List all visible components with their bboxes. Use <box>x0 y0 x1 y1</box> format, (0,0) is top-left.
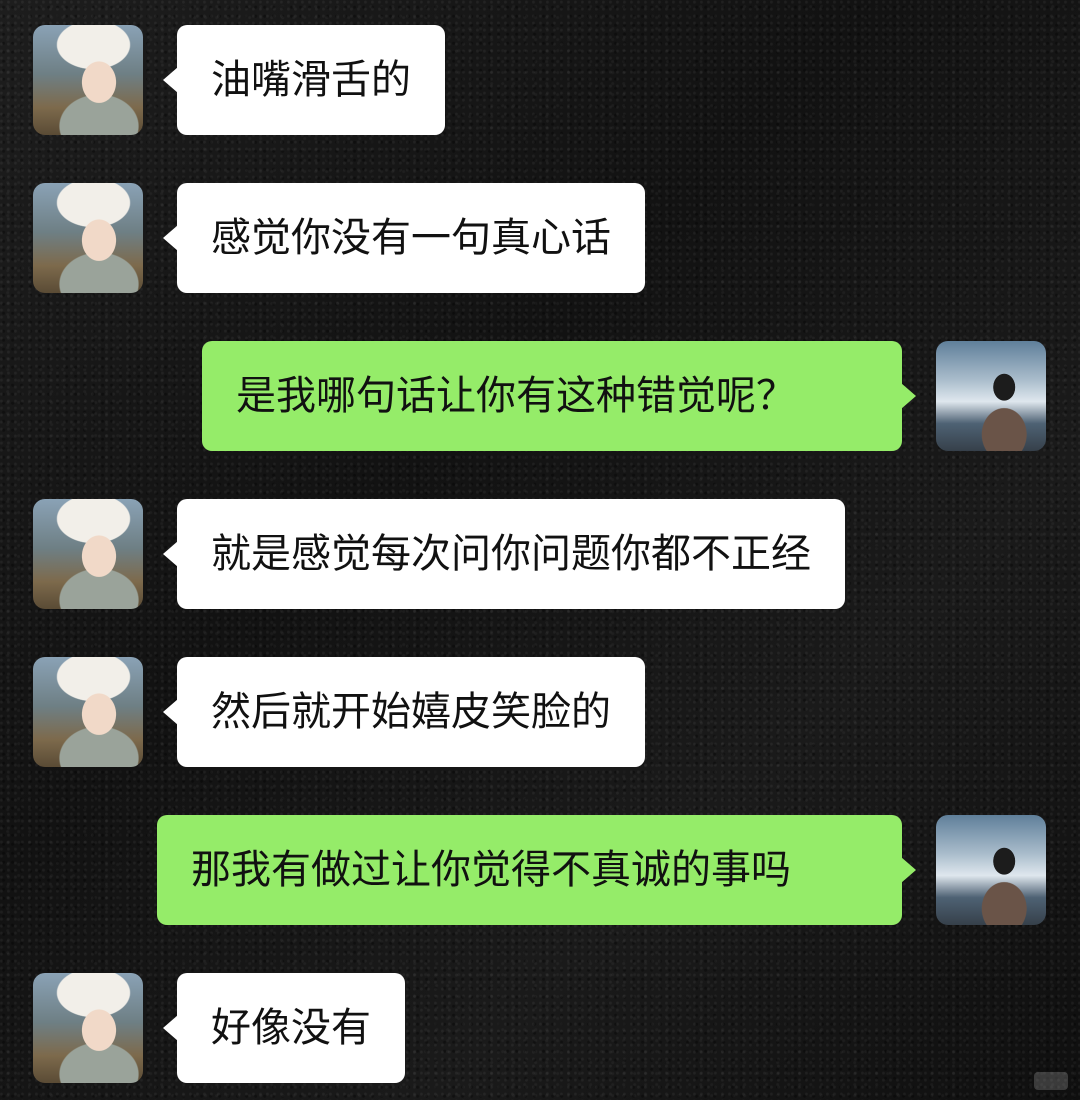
message-row-incoming: 就是感觉每次问你问题你都不正经 <box>0 499 1080 609</box>
incoming-message-bubble[interactable]: 好像没有 <box>163 973 405 1083</box>
incoming-message-bubble[interactable]: 就是感觉每次问你问题你都不正经 <box>163 499 845 609</box>
message-row-outgoing: 那我有做过让你觉得不真诚的事吗 <box>0 815 1080 925</box>
watermark-logo <box>1034 1072 1068 1090</box>
user-avatar[interactable] <box>936 341 1046 451</box>
message-row-incoming: 然后就开始嬉皮笑脸的 <box>0 657 1080 767</box>
message-row-incoming: 感觉你没有一句真心话 <box>0 183 1080 293</box>
user-avatar[interactable] <box>936 815 1046 925</box>
outgoing-message-bubble[interactable]: 是我哪句话让你有这种错觉呢？ <box>202 341 916 451</box>
message-row-outgoing: 是我哪句话让你有这种错觉呢？ <box>0 341 1080 451</box>
chat-log: 油嘴滑舌的 感觉你没有一句真心话 是我哪句话让你有这种错觉呢？ 就是感觉每次问你… <box>0 0 1080 1100</box>
outgoing-message-bubble[interactable]: 那我有做过让你觉得不真诚的事吗 <box>157 815 916 925</box>
contact-avatar[interactable] <box>33 499 143 609</box>
contact-avatar[interactable] <box>33 183 143 293</box>
message-row-incoming: 好像没有 <box>0 973 1080 1083</box>
contact-avatar[interactable] <box>33 25 143 135</box>
incoming-message-bubble[interactable]: 感觉你没有一句真心话 <box>163 183 645 293</box>
incoming-message-bubble[interactable]: 油嘴滑舌的 <box>163 25 445 135</box>
message-row-incoming: 油嘴滑舌的 <box>0 25 1080 135</box>
contact-avatar[interactable] <box>33 973 143 1083</box>
contact-avatar[interactable] <box>33 657 143 767</box>
incoming-message-bubble[interactable]: 然后就开始嬉皮笑脸的 <box>163 657 645 767</box>
